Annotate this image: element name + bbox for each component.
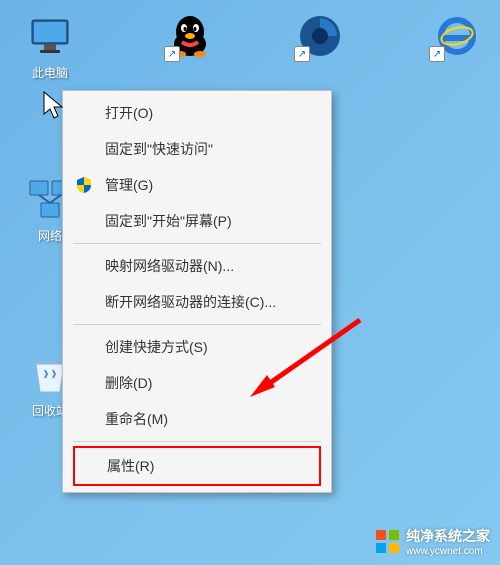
qq-icon: ↗ bbox=[166, 12, 214, 60]
menu-item-map-drive[interactable]: 映射网络驱动器(N)... bbox=[65, 248, 329, 284]
watermark: 纯净系统之家 www.ycwnet.com bbox=[376, 526, 490, 557]
shortcut-arrow-icon: ↗ bbox=[294, 46, 310, 62]
menu-item-pin-start[interactable]: 固定到"开始"屏幕(P) bbox=[65, 203, 329, 239]
desktop-icon-computer[interactable]: 此电脑 bbox=[15, 12, 85, 81]
shortcut-arrow-icon: ↗ bbox=[164, 46, 180, 62]
shortcut-arrow-icon: ↗ bbox=[429, 46, 445, 62]
icon-label: 此电脑 bbox=[32, 64, 68, 81]
watermark-url: www.ycwnet.com bbox=[406, 546, 490, 557]
desktop-icon-qq[interactable]: ↗ bbox=[155, 12, 225, 60]
menu-item-label: 断开网络驱动器的连接(C)... bbox=[105, 292, 276, 312]
browser-360-icon: ↗ bbox=[296, 12, 344, 60]
menu-item-label: 创建快捷方式(S) bbox=[105, 337, 208, 357]
menu-separator bbox=[73, 243, 321, 244]
menu-item-label: 固定到"开始"屏幕(P) bbox=[105, 211, 232, 231]
menu-item-label: 固定到"快速访问" bbox=[105, 139, 213, 159]
menu-item-open[interactable]: 打开(O) bbox=[65, 95, 329, 131]
menu-item-label: 映射网络驱动器(N)... bbox=[105, 256, 234, 276]
menu-item-label: 删除(D) bbox=[105, 373, 152, 393]
icon-label: 网络 bbox=[38, 227, 62, 244]
menu-item-label: 打开(O) bbox=[105, 103, 153, 123]
desktop[interactable]: 此电脑 ↗ bbox=[0, 0, 500, 565]
annotation-arrow-icon bbox=[245, 315, 365, 410]
menu-item-label: 管理(G) bbox=[105, 175, 153, 195]
desktop-icon-ie[interactable]: ↗ bbox=[420, 12, 490, 60]
menu-item-label: 属性(R) bbox=[107, 456, 154, 476]
computer-icon bbox=[26, 12, 74, 60]
watermark-text: 纯净系统之家 bbox=[406, 526, 490, 546]
desktop-icon-360browser[interactable]: ↗ bbox=[285, 12, 355, 60]
context-menu: 打开(O) 固定到"快速访问" 管理(G) 固定到"开始"屏幕(P) 映射网络驱… bbox=[62, 90, 332, 493]
menu-separator bbox=[73, 441, 321, 442]
menu-item-properties[interactable]: 属性(R) bbox=[73, 446, 321, 486]
windows-logo-icon bbox=[376, 530, 400, 554]
ie-icon: ↗ bbox=[431, 12, 479, 60]
menu-item-pin-quick-access[interactable]: 固定到"快速访问" bbox=[65, 131, 329, 167]
shield-icon bbox=[75, 176, 93, 194]
cursor-icon bbox=[42, 90, 66, 127]
menu-item-manage[interactable]: 管理(G) bbox=[65, 167, 329, 203]
menu-item-label: 重命名(M) bbox=[105, 409, 168, 429]
